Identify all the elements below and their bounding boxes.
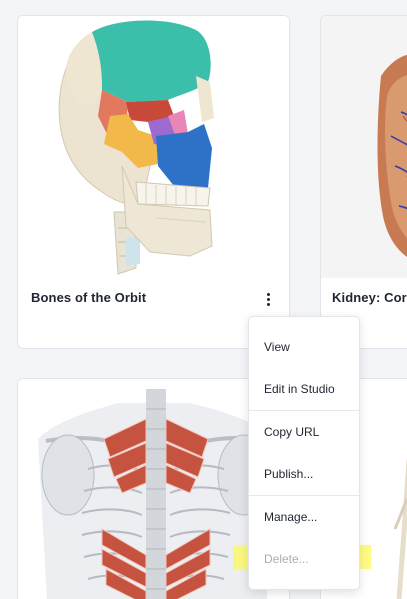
card-kidney[interactable]: Kidney: Cor xyxy=(320,15,407,349)
card-context-menu: View Edit in Studio Copy URL Publish... … xyxy=(248,316,360,590)
menu-item-manage[interactable]: Manage... xyxy=(249,496,359,538)
kebab-dot xyxy=(266,292,270,296)
menu-item-publish[interactable]: Publish... xyxy=(249,453,359,495)
card-title: Kidney: Cor xyxy=(332,290,407,305)
kebab-dot xyxy=(266,297,270,301)
skull-image xyxy=(58,20,214,275)
kebab-dot xyxy=(266,302,270,306)
card-title: Bones of the Orbit xyxy=(31,290,147,305)
card-bones-of-the-orbit[interactable]: Bones of the Orbit xyxy=(17,15,290,349)
menu-item-copy-url[interactable]: Copy URL xyxy=(249,411,359,453)
kidney-thumbnail[interactable] xyxy=(321,16,407,278)
library-grid: Bones of the Orbit Kidney: Cor View Edit… xyxy=(0,0,407,599)
menu-item-delete[interactable]: Delete... xyxy=(249,538,359,580)
more-vertical-icon[interactable] xyxy=(261,290,275,308)
menu-item-view[interactable]: View xyxy=(249,326,359,368)
kidney-image xyxy=(377,54,407,257)
menu-item-edit-in-studio[interactable]: Edit in Studio xyxy=(249,368,359,410)
skull-thumbnail[interactable] xyxy=(18,16,289,278)
